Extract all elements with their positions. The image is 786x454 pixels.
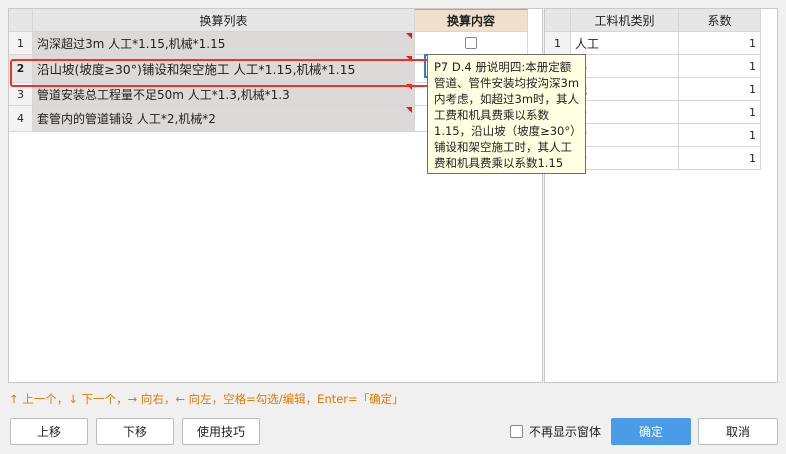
row-index: 1 — [545, 32, 571, 55]
move-up-button[interactable]: 上移 — [10, 418, 88, 445]
material-type: 械 — [571, 78, 679, 101]
comment-marker-icon — [406, 33, 412, 39]
dont-show-again-option[interactable]: 不再显示窗体 — [510, 423, 601, 440]
coefficient-value[interactable]: 1 — [679, 78, 761, 101]
comment-marker-icon — [406, 107, 412, 113]
row-name: 沟深超过3m 人工*1.15,机械*1.15 — [37, 36, 226, 51]
row-name-cell[interactable]: 沟深超过3m 人工*1.15,机械*1.15 — [33, 32, 415, 55]
row-checkbox[interactable] — [465, 37, 477, 49]
move-down-button[interactable]: 下移 — [96, 418, 174, 445]
header-index — [9, 9, 33, 32]
coefficient-value[interactable]: 1 — [679, 124, 761, 147]
row-index: 1 — [9, 32, 33, 55]
material-type: 材 — [571, 124, 679, 147]
row-index: 4 — [9, 106, 33, 132]
row-index: 3 — [9, 83, 33, 106]
row-name-cell[interactable]: 套管内的管道铺设 人工*2,机械*2 — [33, 106, 415, 132]
dont-show-again-label: 不再显示窗体 — [529, 425, 602, 439]
material-type: 人工 — [571, 32, 679, 55]
coefficient-value[interactable]: 1 — [679, 32, 761, 55]
material-type: 价 — [571, 147, 679, 170]
comment-marker-icon — [406, 84, 412, 90]
dont-show-again-checkbox[interactable] — [510, 425, 523, 438]
header-conversion-list: 换算列表 — [33, 9, 415, 32]
conversion-list-header: 换算列表 换算内容 — [9, 9, 528, 32]
header-material-type: 工料机类别 — [571, 9, 679, 32]
cancel-button[interactable]: 取消 — [698, 418, 778, 445]
comment-marker-icon — [406, 56, 412, 62]
row-name-cell[interactable]: 管道安装总工程量不足50m 人工*1.3,机械*1.3 — [33, 83, 415, 106]
row-name-cell[interactable]: 沿山坡(坡度≥30°)铺设和架空施工 人工*1.15,机械*1.15 — [33, 55, 415, 83]
table-row[interactable]: 1 沟深超过3m 人工*1.15,机械*1.15 — [9, 32, 528, 55]
coefficient-value[interactable]: 1 — [679, 55, 761, 78]
row-content-cell[interactable] — [415, 32, 528, 55]
row-name: 沿山坡(坡度≥30°)铺设和架空施工 人工*1.15,机械*1.15 — [37, 62, 356, 77]
row-name: 管道安装总工程量不足50m 人工*1.3,机械*1.3 — [37, 87, 290, 102]
material-type: 备 — [571, 101, 679, 124]
row-index: 2 — [9, 55, 33, 83]
header-index — [545, 9, 571, 32]
header-coefficient: 系数 — [679, 9, 761, 32]
material-grid-header: 工料机类别 系数 — [545, 9, 761, 32]
explanation-tooltip: P7 D.4 册说明四:本册定额管道、管件安装均按沟深3m内考虑，如超过3m时，… — [427, 54, 586, 174]
usage-tips-button[interactable]: 使用技巧 — [182, 418, 260, 445]
row-name: 套管内的管道铺设 人工*2,机械*2 — [37, 112, 216, 126]
table-row[interactable]: 1 人工 1 — [545, 32, 761, 55]
coefficient-value[interactable]: 1 — [679, 101, 761, 124]
keyboard-hint: ↑ 上一个，↓ 下一个，→ 向右，← 向左，空格=勾选/编辑，Enter=「确定… — [9, 392, 404, 406]
ok-button[interactable]: 确定 — [611, 418, 691, 445]
material-type: 料 — [571, 55, 679, 78]
coefficient-value[interactable]: 1 — [679, 147, 761, 170]
header-conversion-content: 换算内容 — [415, 9, 528, 32]
